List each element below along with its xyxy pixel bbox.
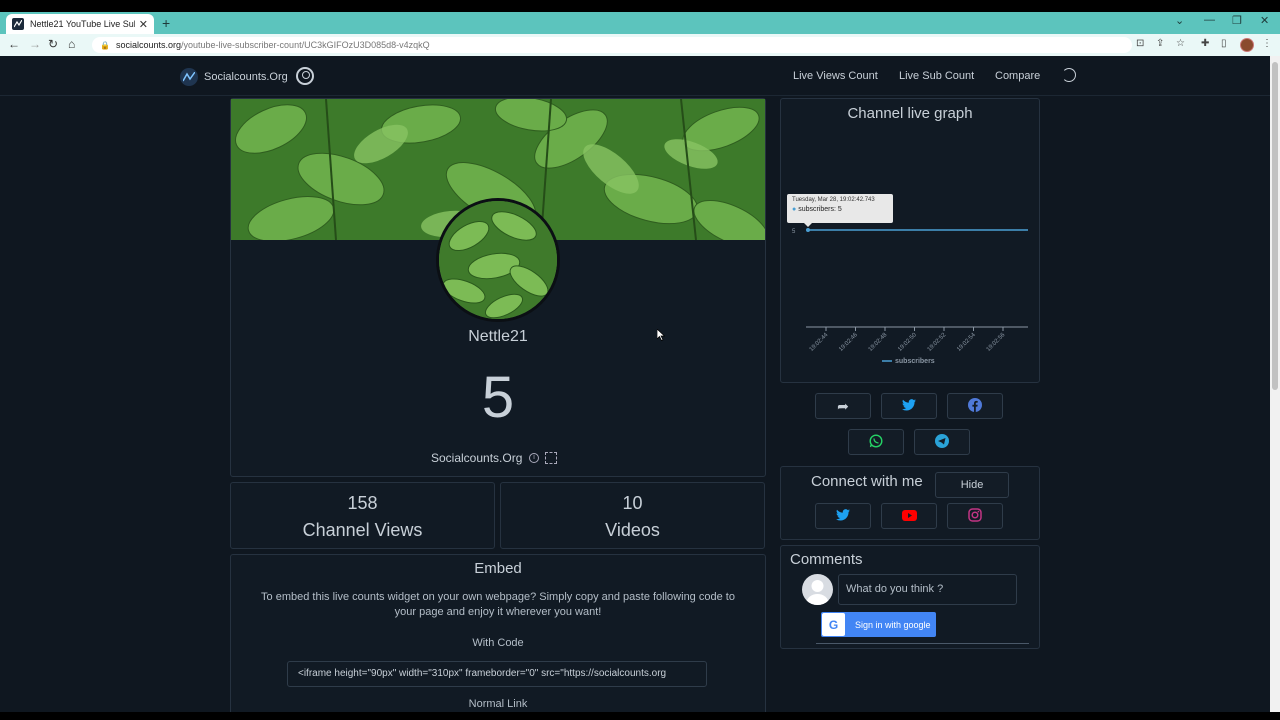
hide-button[interactable]: Hide: [935, 472, 1009, 498]
x-tick-label: 19:02:54: [956, 332, 977, 353]
tooltip-value-row: ● subscribers: 5: [792, 206, 888, 213]
browser-menu-icon[interactable]: ⋮: [1262, 38, 1272, 49]
translate-icon[interactable]: ⊡: [1136, 38, 1144, 49]
connect-twitter-button[interactable]: [815, 503, 871, 529]
site-favicon-icon: [12, 18, 24, 30]
tab-close-icon[interactable]: ✕: [139, 18, 148, 31]
x-tick-label: 19:02:50: [897, 332, 918, 353]
share-twitter-button[interactable]: [881, 393, 937, 419]
channel-views-label: Channel Views: [302, 520, 423, 540]
connect-instagram-button[interactable]: [947, 503, 1003, 529]
nav-compare[interactable]: Compare: [995, 70, 1040, 82]
x-tick-label: 19:02:48: [868, 332, 889, 353]
connect-title: Connect with me: [811, 473, 923, 490]
browser-tab[interactable]: Nettle21 YouTube Live Subscrib ✕: [6, 14, 154, 34]
tooltip-value: 5: [837, 206, 842, 213]
browser-profile-avatar[interactable]: [1240, 38, 1254, 52]
dark-mode-toggle-icon[interactable]: [1062, 68, 1076, 82]
comments-title: Comments: [790, 551, 863, 568]
x-tick-label: 19:02:44: [809, 332, 830, 353]
tooltip-arrow: [804, 223, 812, 227]
counter-brand-label: Socialcounts.Org: [431, 451, 523, 465]
home-icon[interactable]: ⌂: [68, 37, 75, 51]
subscriber-count: 5: [481, 365, 515, 430]
info-icon[interactable]: i: [529, 453, 539, 463]
site-header: Socialcounts.Org Live Views Count Live S…: [0, 56, 1270, 96]
comments-divider: [816, 643, 1029, 644]
legend-label: subscribers: [895, 358, 935, 365]
nav-live-views-count[interactable]: Live Views Count: [793, 70, 878, 82]
channel-avatar: [436, 198, 560, 322]
embed-normal-link-label: Normal Link: [468, 698, 528, 710]
x-tick-label: 19:02:46: [838, 332, 859, 353]
minimize-icon[interactable]: —: [1204, 14, 1215, 26]
share-telegram-button[interactable]: [914, 429, 970, 455]
share-page-icon[interactable]: ⇪: [1156, 38, 1164, 49]
channel-name: Nettle21: [468, 328, 528, 345]
tooltip-series-name: subscribers:: [798, 206, 836, 213]
videos-value: 10: [622, 493, 643, 513]
share-facebook-button[interactable]: [947, 393, 1003, 419]
brand-link[interactable]: Socialcounts.Org: [180, 68, 288, 86]
share-button[interactable]: ➦: [815, 393, 871, 419]
embed-title: Embed: [474, 560, 522, 577]
embed-with-code-label: With Code: [472, 637, 524, 649]
tooltip-series-dot: ●: [792, 206, 797, 213]
back-icon[interactable]: ←: [8, 37, 20, 51]
letterbox-bottom: [0, 712, 1280, 720]
twitter-icon: [836, 508, 850, 524]
graph-tooltip: Tuesday, Mar 28, 19:02:42.743 ● subscrib…: [787, 194, 893, 223]
comment-input[interactable]: What do you think ?: [838, 574, 1017, 605]
url-path: /youtube-live-subscriber-count/UC3kGIFOz…: [181, 40, 430, 50]
address-bar-row: ← → ↻ ⌂ 🔒 socialcounts.org /youtube-live…: [0, 34, 1280, 56]
embed-description: To embed this live counts widget on your…: [261, 591, 735, 618]
page-scrollbar-thumb[interactable]: [1272, 62, 1278, 390]
telegram-icon: [935, 433, 949, 451]
channel-views-value: 158: [347, 493, 378, 513]
hovered-data-point: [806, 228, 810, 232]
brand-logo-icon: [180, 68, 198, 86]
google-logo-icon: G: [822, 613, 845, 636]
mouse-cursor-icon: [657, 329, 665, 341]
instagram-icon: [968, 507, 982, 525]
x-tick-label: 19:02:52: [927, 332, 948, 353]
youtube-icon: [901, 508, 917, 524]
brand-name: Socialcounts.Org: [204, 71, 288, 83]
facebook-icon: [968, 397, 982, 415]
user-account-icon[interactable]: [296, 67, 314, 85]
reload-icon[interactable]: ↻: [48, 37, 58, 51]
restore-icon[interactable]: ❐: [1232, 14, 1242, 27]
connect-youtube-button[interactable]: [881, 503, 937, 529]
bookmark-star-icon[interactable]: ☆: [1176, 38, 1185, 49]
tab-title: Nettle21 YouTube Live Subscrib: [30, 19, 135, 29]
fullscreen-icon[interactable]: [545, 452, 557, 464]
tooltip-date: Tuesday, Mar 28, 19:02:42.743: [792, 197, 875, 203]
letterbox-top: [0, 0, 1280, 12]
nav-live-sub-count[interactable]: Live Sub Count: [899, 70, 974, 82]
whatsapp-icon: [869, 433, 883, 451]
videos-label: Videos: [605, 520, 660, 540]
screen: Nettle21 YouTube Live Subscrib ✕ + ⌄ — ❐…: [0, 0, 1280, 720]
share-whatsapp-button[interactable]: [848, 429, 904, 455]
forward-icon[interactable]: →: [29, 37, 41, 51]
twitter-icon: [902, 398, 916, 414]
y-tick-label: 5: [792, 229, 796, 235]
url-field[interactable]: 🔒 socialcounts.org /youtube-live-subscri…: [92, 37, 1132, 53]
google-signin-button[interactable]: G Sign in with google: [821, 612, 936, 637]
lock-icon: 🔒: [100, 40, 110, 50]
extensions-icon[interactable]: ✚: [1201, 38, 1209, 49]
new-tab-icon[interactable]: +: [162, 15, 170, 31]
google-signin-label: Sign in with google: [855, 619, 931, 630]
url-host: socialcounts.org: [115, 40, 182, 50]
browser-tab-bar: Nettle21 YouTube Live Subscrib ✕ + ⌄ — ❐…: [0, 12, 1280, 34]
x-tick-label: 19:02:56: [986, 332, 1007, 353]
window-close-icon[interactable]: ✕: [1260, 14, 1269, 27]
commenter-avatar: [802, 574, 833, 605]
graph-title: Channel live graph: [847, 105, 973, 122]
tab-search-icon[interactable]: ⌄: [1175, 14, 1184, 27]
side-panel-icon[interactable]: ▯: [1221, 38, 1227, 49]
embed-code-field[interactable]: <iframe height="90px" width="310px" fram…: [287, 661, 707, 687]
share-icon: ➦: [837, 397, 849, 414]
